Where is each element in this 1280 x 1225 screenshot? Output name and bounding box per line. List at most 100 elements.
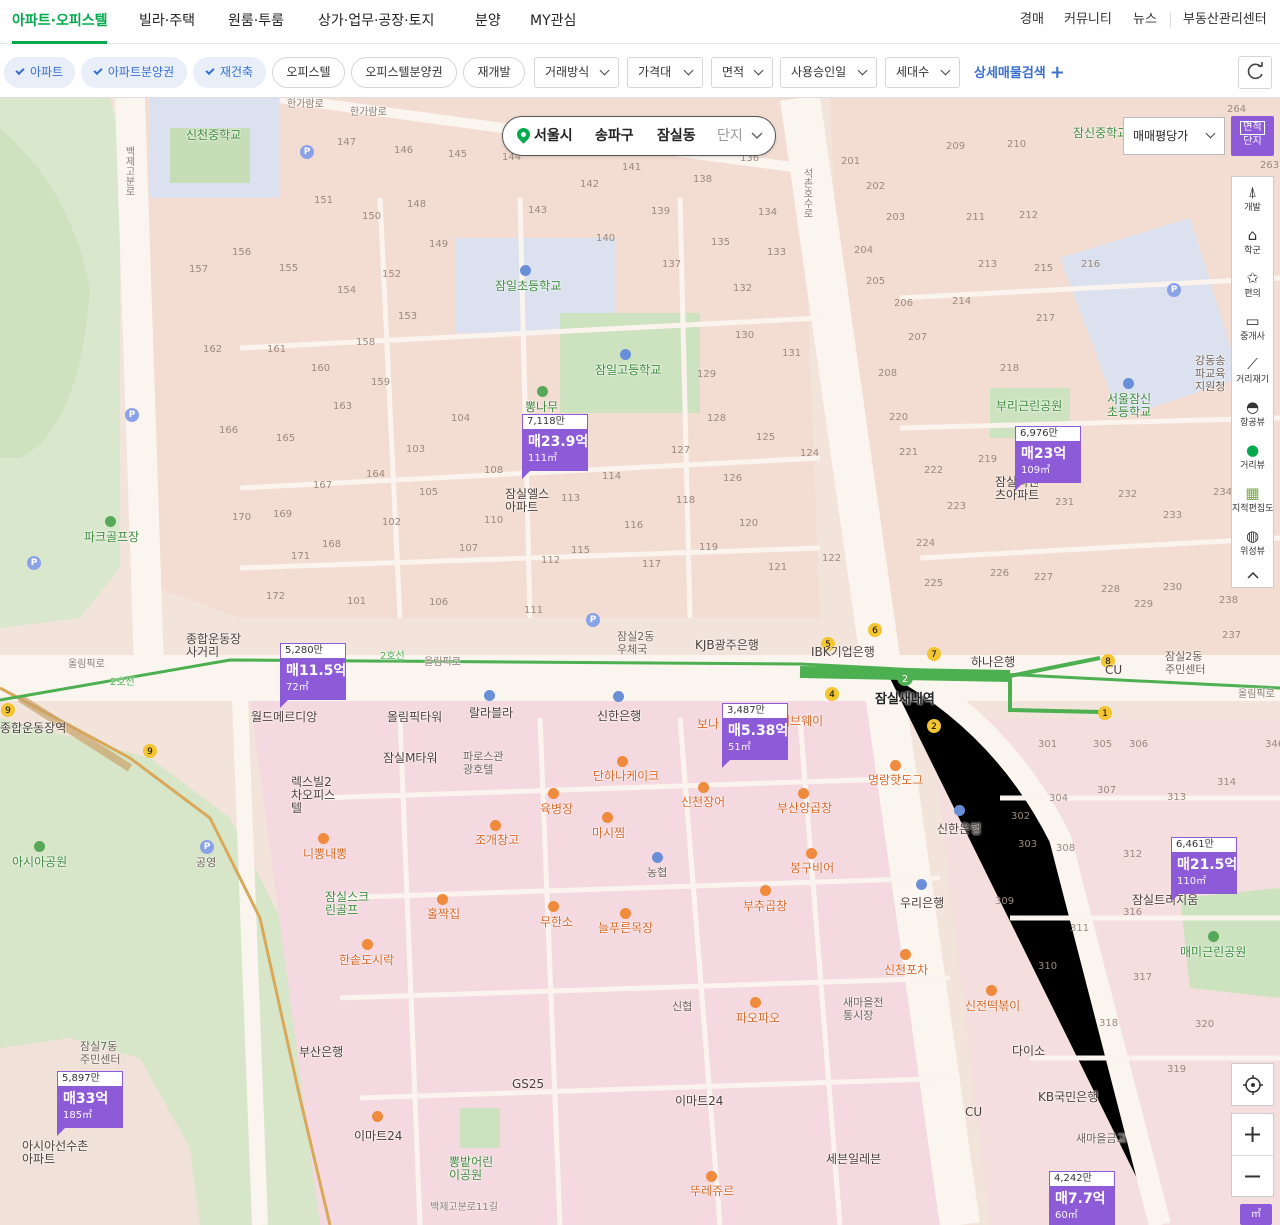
svg-text:9: 9	[5, 706, 11, 716]
link-realtor-center[interactable]: 부동산관리센터	[1183, 0, 1267, 40]
block-number: 110	[484, 515, 504, 526]
block-number: 135	[711, 237, 731, 248]
location-breadcrumb: 서울시 송파구 잠실동 단지	[502, 116, 776, 156]
globe-icon: ◍	[1245, 527, 1260, 545]
current-location-button[interactable]	[1231, 1063, 1274, 1106]
place-label: 새마을금고	[1076, 1132, 1127, 1145]
block-number: 172	[266, 591, 286, 602]
dropdown-households[interactable]: 세대수	[885, 57, 960, 88]
price-marker[interactable]: 3,487만 매5.38억 51㎡	[722, 703, 788, 768]
chevron-up-icon	[1246, 571, 1259, 579]
marker-unit-price: 5,897만	[57, 1071, 123, 1086]
tab-presale[interactable]: 분양	[475, 0, 501, 44]
block-number: 114	[602, 471, 622, 482]
store-label: 이마트24	[675, 1094, 724, 1108]
link-auction[interactable]: 경매	[1020, 0, 1044, 40]
dropdown-approval-date[interactable]: 사용승인일	[780, 57, 877, 88]
dropdown-area[interactable]: 면적	[711, 57, 773, 88]
block-number: 125	[756, 432, 776, 443]
area-complex-toggle[interactable]: 면적 단지	[1231, 116, 1274, 156]
block-number: 263	[1260, 160, 1280, 171]
breadcrumb-dong[interactable]: 잠실동	[657, 117, 696, 155]
chip-officetel[interactable]: 오피스텔	[272, 57, 345, 88]
subway-line-label: 2호선	[380, 651, 405, 662]
breadcrumb-complex[interactable]: 단지	[717, 117, 743, 155]
toolbar-collapse-button[interactable]	[1232, 564, 1273, 587]
zoom-out-button[interactable]: −	[1232, 1155, 1273, 1196]
price-marker[interactable]: 5,280만 매11.5억 72㎡	[280, 643, 346, 708]
price-mode-select[interactable]: 매매평당가	[1123, 117, 1225, 155]
zoom-in-button[interactable]: +	[1232, 1114, 1273, 1155]
store-label: 농협	[647, 866, 668, 879]
tool-development[interactable]: ⍋ 개발	[1232, 177, 1273, 220]
link-community[interactable]: 커뮤니티	[1064, 0, 1112, 40]
restaurant-label: 홀짝집	[427, 907, 461, 921]
tab-my-interest[interactable]: MY관심	[530, 0, 576, 44]
marker-unit-price: 3,487만	[722, 703, 788, 718]
restaurant-icon	[602, 812, 613, 823]
tool-satellite-view[interactable]: ◍ 위성뷰	[1232, 521, 1273, 564]
price-marker[interactable]: 7,118만 매23.9억 111㎡	[522, 414, 588, 479]
link-news[interactable]: 뉴스	[1133, 0, 1157, 40]
price-marker[interactable]: 5,897만 매33억 185㎡	[57, 1071, 123, 1136]
tab-apartment-officetel[interactable]: 아파트·오피스텔	[12, 0, 108, 44]
block-number: 129	[697, 369, 717, 380]
block-number: 112	[541, 555, 561, 566]
place-label: 잠실스크린골프	[325, 890, 370, 917]
development-icon: ⍋	[1247, 183, 1257, 201]
price-marker[interactable]: 4,242만 매7.7억 60㎡	[1049, 1171, 1115, 1225]
restaurant-icon	[750, 997, 761, 1008]
tool-convenience[interactable]: ✩ 편의	[1232, 263, 1273, 306]
price-marker[interactable]: 6,461만 매21.5억 110㎡	[1171, 837, 1237, 902]
dropdown-trade-type[interactable]: 거래방식	[534, 57, 619, 88]
restaurant-icon	[548, 788, 559, 799]
tool-school-district[interactable]: ⌂ 학군	[1232, 220, 1273, 263]
school-icon	[1123, 378, 1134, 389]
block-number: 202	[866, 181, 886, 192]
road-label: 올림픽로	[1238, 689, 1275, 700]
chip-apartment-presale-right[interactable]: 아파트분양권	[81, 57, 187, 88]
block-number: 164	[366, 469, 386, 480]
unit-toggle-button[interactable]: ㎡	[1240, 1204, 1272, 1225]
map-canvas[interactable]: 2 6 5 7 4 2 8 1 9 9 한가람로 한가람로 올림픽로 올림픽로 …	[0, 98, 1280, 1225]
refresh-button[interactable]	[1238, 56, 1272, 89]
place-label: 부리근린공원	[996, 399, 1063, 413]
marker-unit-price: 6,976만	[1015, 426, 1081, 441]
chip-officetel-presale-right[interactable]: 오피스텔분양권	[351, 57, 457, 88]
marker-unit-price: 7,118만	[522, 414, 588, 429]
place-label: 아시아공원	[12, 855, 68, 869]
filter-bar: 아파트 아파트분양권 재건축 오피스텔 오피스텔분양권 재개발 거래방식 가격대…	[0, 44, 1280, 98]
tab-oneroom-tworoom[interactable]: 원룸·투룸	[228, 0, 284, 44]
restaurant-label: 봉구비어	[790, 861, 835, 875]
block-number: 115	[571, 545, 591, 556]
block-number: 159	[371, 377, 391, 388]
marker-pointer	[57, 1128, 65, 1136]
block-number: 169	[273, 509, 293, 520]
tool-cadastral-map[interactable]: ▦ 지적편집도	[1232, 478, 1273, 521]
chip-reconstruction[interactable]: 재건축	[193, 57, 266, 88]
dropdown-price-range[interactable]: 가격대	[627, 57, 703, 88]
restaurant-icon	[490, 820, 501, 831]
school-icon	[620, 349, 631, 360]
marker-price: 매5.38억	[728, 723, 789, 739]
detail-search-button[interactable]: 상세매물검색 +	[974, 57, 1065, 88]
tool-measure-distance[interactable]: ⟋ 거리재기	[1232, 349, 1273, 392]
chip-apartment[interactable]: 아파트	[4, 57, 75, 88]
tab-villa-house[interactable]: 빌라·주택	[139, 0, 195, 44]
aerial-icon: ◓	[1245, 398, 1260, 416]
restaurant-icon	[806, 848, 817, 859]
tool-aerial-view[interactable]: ◓ 항공뷰	[1232, 392, 1273, 435]
breadcrumb-district[interactable]: 송파구	[595, 117, 634, 155]
breadcrumb-city[interactable]: 서울시	[534, 117, 573, 155]
tab-commercial-land[interactable]: 상가·업무·공장·토지	[318, 0, 434, 44]
chip-redevelopment[interactable]: 재개발	[463, 57, 525, 88]
marker-unit-price: 5,280만	[280, 643, 346, 658]
price-marker[interactable]: 6,976만 매23억 109㎡	[1015, 426, 1081, 491]
star-icon: ✩	[1246, 269, 1259, 287]
marker-pointer	[280, 700, 288, 708]
tool-agents[interactable]: ▭ 중개사	[1232, 306, 1273, 349]
restaurant-label: 마시찜	[592, 826, 626, 840]
tool-street-view[interactable]: ● 거리뷰	[1232, 435, 1273, 478]
place-label: 잠실2동주민센터	[1165, 650, 1206, 676]
block-number: 211	[966, 212, 986, 223]
